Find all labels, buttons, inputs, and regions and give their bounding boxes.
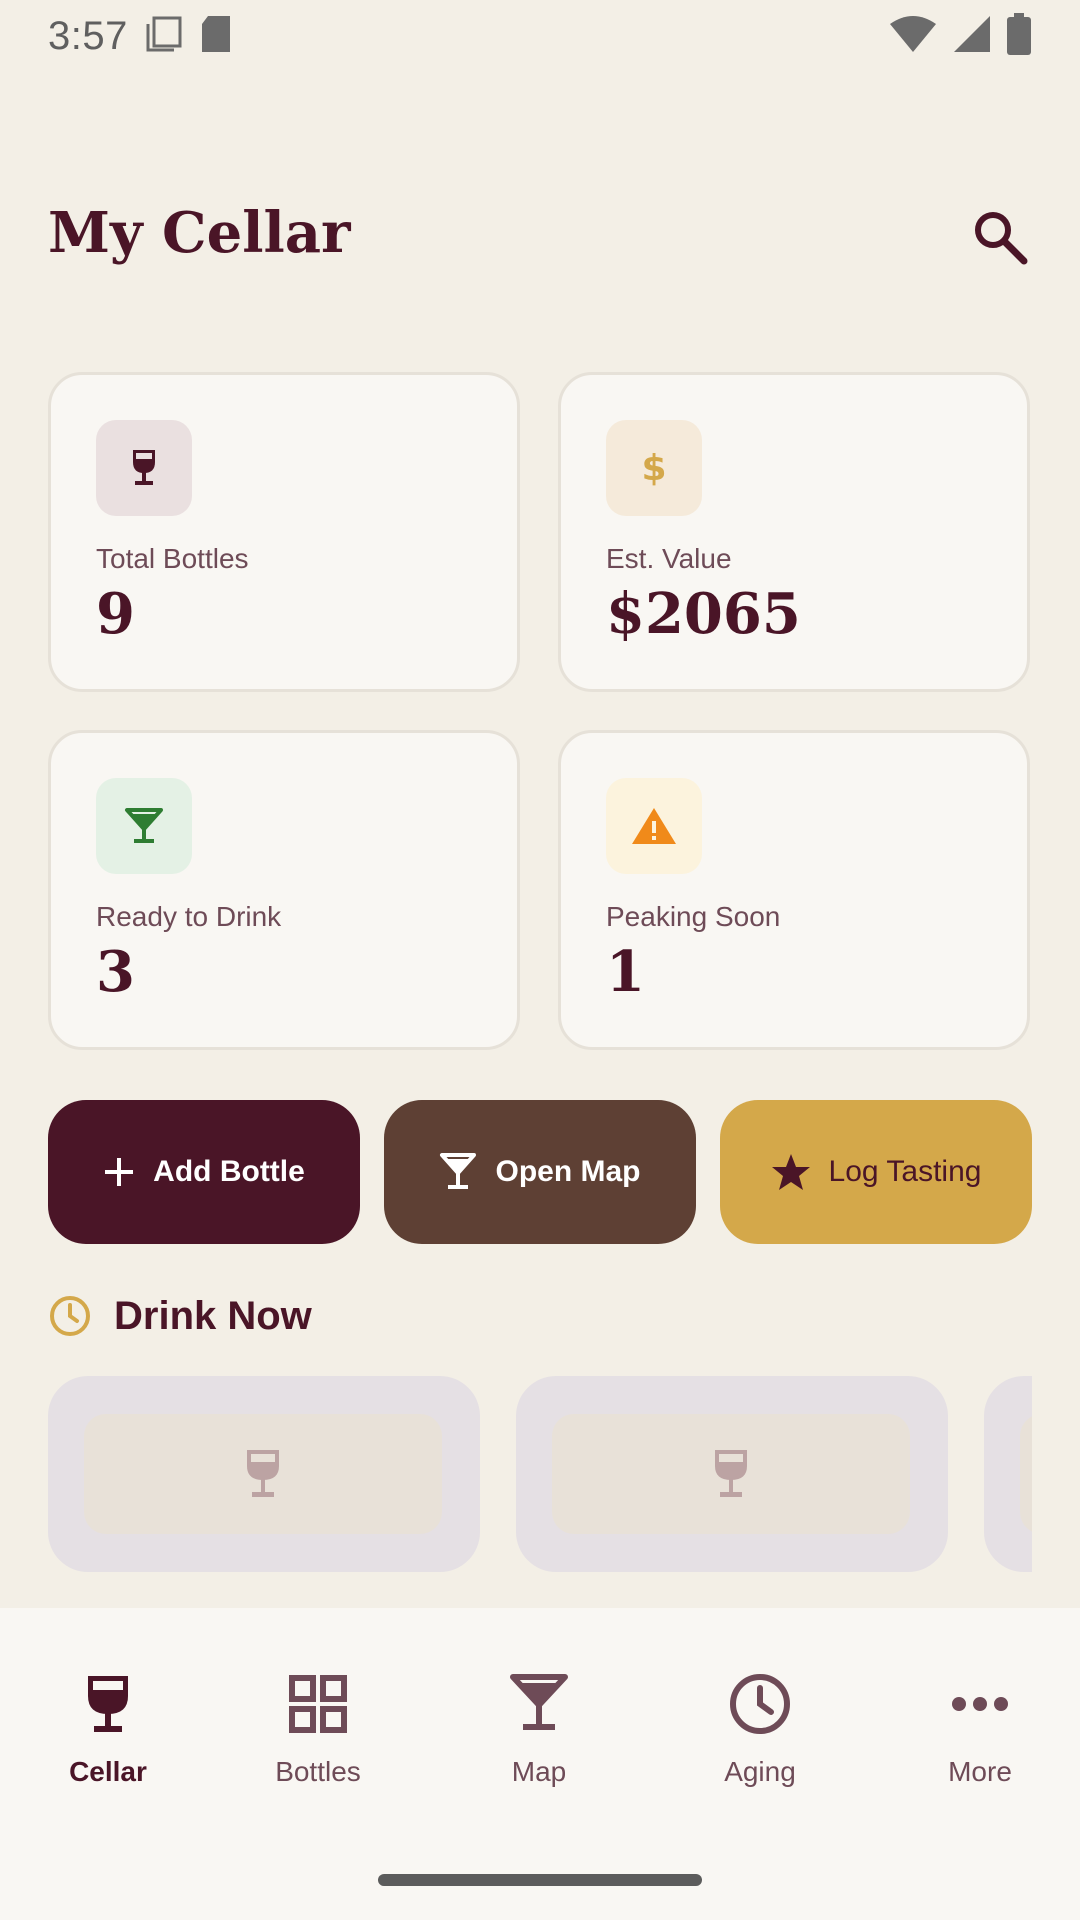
drink-now-carousel[interactable] bbox=[48, 1376, 1032, 1572]
nav-label: Map bbox=[511, 1756, 567, 1787]
log-tasting-label: Log Tasting bbox=[828, 1155, 982, 1188]
nav-item-cellar[interactable]: Cellar bbox=[0, 1668, 216, 1798]
svg-text:$: $ bbox=[641, 448, 666, 489]
star-icon bbox=[771, 1154, 810, 1190]
clock-icon bbox=[50, 1296, 90, 1336]
stat-value: $2065 bbox=[606, 581, 801, 647]
stat-label: Total Bottles bbox=[96, 543, 249, 574]
screenshot-icon bbox=[144, 14, 184, 59]
warning-icon bbox=[632, 808, 676, 844]
page-title: My Cellar bbox=[48, 200, 351, 266]
cocktail-glass-icon bbox=[125, 808, 163, 843]
nav-item-bottles[interactable]: Bottles bbox=[210, 1668, 426, 1798]
cocktail-glass-icon bbox=[440, 1153, 477, 1189]
stat-card-ready-to-drink[interactable]: Ready to Drink 3 bbox=[48, 730, 520, 1050]
add-bottle-label: Add Bottle bbox=[153, 1155, 305, 1188]
stat-icon-box: $ bbox=[606, 420, 702, 516]
stat-icon-box bbox=[96, 420, 192, 516]
status-left: 3:57 bbox=[48, 14, 234, 59]
open-map-label: Open Map bbox=[495, 1155, 641, 1188]
stat-icon-box bbox=[606, 778, 702, 874]
nav-item-more[interactable]: More bbox=[872, 1668, 1080, 1798]
drink-card[interactable] bbox=[516, 1376, 948, 1572]
nav-item-aging[interactable]: Aging bbox=[652, 1668, 868, 1798]
stat-value: 3 bbox=[96, 939, 135, 1005]
status-time: 3:57 bbox=[48, 13, 128, 58]
grid-icon bbox=[289, 1675, 347, 1733]
more-icon bbox=[952, 1697, 1008, 1711]
stat-label: Peaking Soon bbox=[606, 901, 781, 932]
stat-icon-box bbox=[96, 778, 192, 874]
stat-label: Est. Value bbox=[606, 543, 732, 574]
battery-icon bbox=[1006, 12, 1032, 60]
wine-glass-icon bbox=[88, 1676, 128, 1732]
drink-card[interactable] bbox=[984, 1376, 1032, 1572]
sd-card-icon bbox=[200, 14, 234, 59]
stat-card-total-bottles[interactable]: Total Bottles 9 bbox=[48, 372, 520, 692]
clock-icon bbox=[730, 1674, 790, 1734]
wine-glass-icon bbox=[247, 1450, 279, 1497]
add-bottle-button[interactable]: Add Bottle bbox=[48, 1100, 360, 1244]
log-tasting-button[interactable]: Log Tasting bbox=[720, 1100, 1032, 1244]
drink-card-image bbox=[84, 1414, 442, 1534]
status-bar: 3:57 bbox=[0, 0, 1080, 72]
status-right bbox=[888, 12, 1032, 60]
drink-card-image bbox=[1020, 1414, 1032, 1534]
nav-label: More bbox=[948, 1756, 1012, 1787]
wifi-icon bbox=[888, 14, 938, 59]
stat-label: Ready to Drink bbox=[96, 901, 282, 932]
stat-value: 9 bbox=[96, 581, 135, 647]
drink-card-image bbox=[552, 1414, 910, 1534]
stat-card-est-value[interactable]: $ Est. Value $2065 bbox=[558, 372, 1030, 692]
dollar-icon: $ bbox=[641, 448, 666, 489]
wine-glass-icon bbox=[133, 450, 155, 485]
drink-now-header: Drink Now bbox=[48, 1290, 312, 1342]
home-indicator[interactable] bbox=[378, 1874, 702, 1886]
search-button[interactable] bbox=[968, 205, 1032, 269]
nav-label: Aging bbox=[724, 1756, 796, 1787]
section-title: Drink Now bbox=[114, 1293, 312, 1338]
stat-card-peaking-soon[interactable]: Peaking Soon 1 bbox=[558, 730, 1030, 1050]
plus-icon bbox=[105, 1158, 134, 1186]
nav-label: Cellar bbox=[69, 1756, 147, 1787]
nav-item-map[interactable]: Map bbox=[431, 1668, 647, 1798]
search-icon bbox=[975, 212, 1028, 265]
open-map-button[interactable]: Open Map bbox=[384, 1100, 696, 1244]
cocktail-glass-icon bbox=[510, 1674, 568, 1730]
drink-card[interactable] bbox=[48, 1376, 480, 1572]
stat-value: 1 bbox=[606, 939, 645, 1005]
signal-icon bbox=[952, 14, 992, 59]
nav-label: Bottles bbox=[275, 1756, 361, 1787]
wine-glass-icon bbox=[715, 1450, 747, 1497]
